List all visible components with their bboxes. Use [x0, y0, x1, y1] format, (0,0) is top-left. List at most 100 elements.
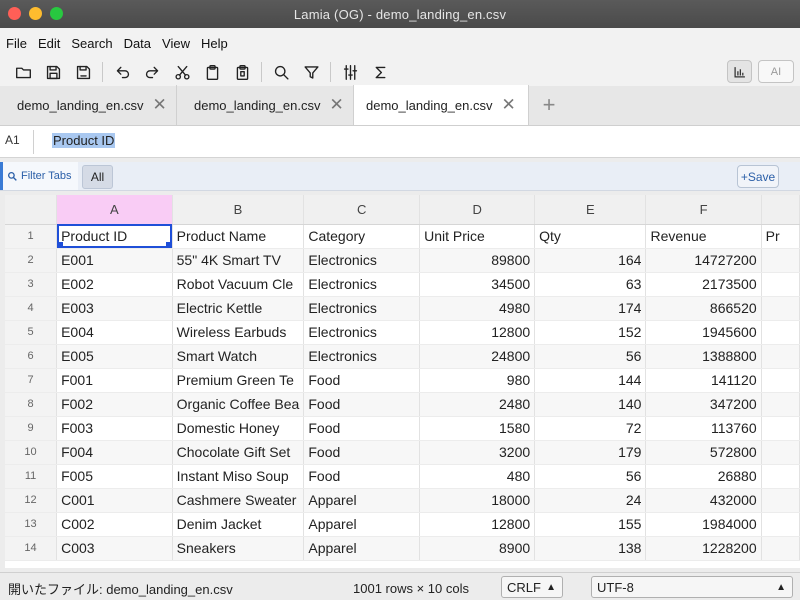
menu-help[interactable]: Help — [201, 36, 228, 51]
table-cell[interactable] — [761, 488, 800, 513]
column-header[interactable]: A — [56, 195, 173, 225]
table-cell[interactable]: Product Name — [172, 224, 305, 249]
table-cell[interactable]: 12800 — [419, 320, 536, 345]
menu-data[interactable]: Data — [124, 36, 151, 51]
filter-tab-all[interactable]: All — [82, 165, 113, 189]
table-cell[interactable]: 55" 4K Smart TV — [172, 248, 305, 273]
table-cell[interactable]: 141120 — [645, 368, 762, 393]
table-cell[interactable] — [761, 248, 800, 273]
table-cell[interactable]: Denim Jacket — [172, 512, 305, 537]
table-cell[interactable]: 72 — [534, 416, 647, 441]
table-cell[interactable]: 140 — [534, 392, 647, 417]
row-number[interactable]: 14 — [5, 536, 58, 561]
encoding-select[interactable]: UTF-8 ▲ — [591, 576, 793, 598]
close-icon[interactable]: ✕ — [501, 95, 515, 115]
row-number[interactable]: 3 — [5, 272, 58, 297]
row-number[interactable]: 1 — [5, 224, 58, 249]
table-cell[interactable]: 113760 — [645, 416, 762, 441]
table-cell[interactable]: C001 — [56, 488, 173, 513]
table-cell[interactable] — [761, 392, 800, 417]
table-cell[interactable] — [761, 536, 800, 561]
save-file-button[interactable] — [38, 59, 68, 85]
row-number[interactable]: 8 — [5, 392, 58, 417]
line-ending-select[interactable]: CRLF ▲ — [501, 576, 563, 598]
table-cell[interactable]: 4980 — [419, 296, 536, 321]
row-number[interactable]: 10 — [5, 440, 58, 465]
table-cell[interactable]: 56 — [534, 464, 647, 489]
table-cell[interactable]: 866520 — [645, 296, 762, 321]
table-cell[interactable]: Food — [303, 392, 421, 417]
table-cell[interactable]: E002 — [56, 272, 173, 297]
table-cell[interactable]: F001 — [56, 368, 173, 393]
table-cell[interactable]: E003 — [56, 296, 173, 321]
table-cell[interactable]: Instant Miso Soup — [172, 464, 305, 489]
table-cell[interactable]: Apparel — [303, 536, 421, 561]
maximize-window-button[interactable] — [50, 7, 63, 20]
select-all-corner[interactable] — [5, 195, 58, 225]
table-cell[interactable]: E005 — [56, 344, 173, 369]
table-cell[interactable]: 26880 — [645, 464, 762, 489]
table-cell[interactable]: Food — [303, 464, 421, 489]
table-cell[interactable]: Cashmere Sweater — [172, 488, 305, 513]
table-cell[interactable]: Domestic Honey — [172, 416, 305, 441]
save-as-button[interactable] — [68, 59, 98, 85]
table-cell[interactable] — [761, 320, 800, 345]
filter-button[interactable] — [296, 59, 326, 85]
save-filter-button[interactable]: +Save — [737, 165, 779, 188]
table-cell[interactable]: 89800 — [419, 248, 536, 273]
row-number[interactable]: 5 — [5, 320, 58, 345]
table-cell[interactable]: Sneakers — [172, 536, 305, 561]
selection-handle[interactable] — [57, 241, 64, 247]
table-cell[interactable]: 63 — [534, 272, 647, 297]
row-number[interactable]: 4 — [5, 296, 58, 321]
table-cell[interactable]: Apparel — [303, 512, 421, 537]
table-cell[interactable] — [761, 464, 800, 489]
table-cell[interactable]: 14727200 — [645, 248, 762, 273]
table-cell[interactable]: Category — [303, 224, 421, 249]
close-icon[interactable]: ✕ — [152, 95, 166, 115]
table-cell[interactable]: E004 — [56, 320, 173, 345]
table-cell[interactable]: C003 — [56, 536, 173, 561]
table-cell[interactable]: 24800 — [419, 344, 536, 369]
table-cell[interactable]: 179 — [534, 440, 647, 465]
table-cell[interactable]: Electronics — [303, 296, 421, 321]
minimize-window-button[interactable] — [29, 7, 42, 20]
table-cell[interactable]: Food — [303, 416, 421, 441]
row-number[interactable]: 2 — [5, 248, 58, 273]
file-tab[interactable]: demo_landing_en.csv ✕ — [0, 85, 177, 125]
open-folder-button[interactable] — [8, 59, 38, 85]
table-cell[interactable]: 1945600 — [645, 320, 762, 345]
table-cell[interactable] — [761, 416, 800, 441]
table-cell[interactable]: 1228200 — [645, 536, 762, 561]
cut-button[interactable] — [167, 59, 197, 85]
table-cell[interactable] — [761, 272, 800, 297]
column-header[interactable]: C — [303, 195, 421, 225]
table-cell[interactable] — [761, 344, 800, 369]
row-number[interactable]: 13 — [5, 512, 58, 537]
row-number[interactable]: 11 — [5, 464, 58, 489]
table-cell[interactable]: 174 — [534, 296, 647, 321]
table-cell[interactable] — [761, 440, 800, 465]
table-cell[interactable]: 164 — [534, 248, 647, 273]
table-cell[interactable]: 2173500 — [645, 272, 762, 297]
table-cell[interactable]: Chocolate Gift Set — [172, 440, 305, 465]
table-cell[interactable]: 2480 — [419, 392, 536, 417]
column-header[interactable]: B — [172, 195, 305, 225]
column-header[interactable]: F — [645, 195, 762, 225]
table-cell[interactable]: 480 — [419, 464, 536, 489]
copy-button[interactable] — [197, 59, 227, 85]
table-cell[interactable]: 1580 — [419, 416, 536, 441]
table-cell[interactable]: Electronics — [303, 248, 421, 273]
formula-input[interactable]: Product ID — [52, 133, 116, 148]
table-cell[interactable]: F003 — [56, 416, 173, 441]
table-cell[interactable]: Premium Green Te — [172, 368, 305, 393]
table-cell[interactable]: Electric Kettle — [172, 296, 305, 321]
table-cell[interactable]: Food — [303, 368, 421, 393]
chart-view-button[interactable] — [727, 60, 752, 83]
menu-search[interactable]: Search — [71, 36, 112, 51]
search-button[interactable] — [266, 59, 296, 85]
table-cell[interactable]: 1984000 — [645, 512, 762, 537]
menu-view[interactable]: View — [162, 36, 190, 51]
table-cell[interactable]: Revenue — [645, 224, 762, 249]
column-header[interactable]: E — [534, 195, 647, 225]
